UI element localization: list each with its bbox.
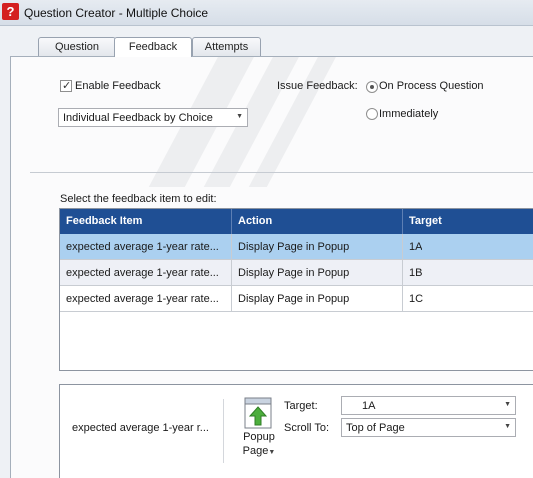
popup-page-icon bbox=[244, 397, 272, 429]
chevron-down-icon: ▼ bbox=[504, 423, 511, 430]
column-divider bbox=[402, 234, 403, 260]
chevron-down-icon: ▼ bbox=[268, 449, 276, 456]
cell-target: 1C bbox=[409, 293, 424, 305]
feedback-grid: Feedback Item Action Target expected ave… bbox=[59, 208, 533, 371]
checkmark-icon: ✓ bbox=[62, 80, 72, 92]
target-label: Target: bbox=[284, 400, 318, 412]
column-header-target[interactable]: Target bbox=[409, 215, 442, 227]
table-row[interactable]: expected average 1-year rate... Display … bbox=[60, 234, 533, 260]
cell-action: Display Page in Popup bbox=[238, 267, 350, 279]
cell-target: 1A bbox=[409, 241, 423, 253]
column-divider bbox=[402, 209, 403, 234]
select-feedback-prompt: Select the feedback item to edit: bbox=[60, 193, 217, 205]
cell-feedback-item: expected average 1-year rate... bbox=[66, 241, 219, 253]
column-divider bbox=[402, 286, 403, 312]
scroll-to-dropdown[interactable]: Top of Page ▼ bbox=[341, 418, 516, 437]
tab-attempts[interactable]: Attempts bbox=[192, 37, 261, 56]
enable-feedback-label: Enable Feedback bbox=[75, 80, 161, 92]
feedback-type-value: Individual Feedback by Choice bbox=[63, 112, 213, 124]
target-value: 1A bbox=[362, 400, 376, 412]
window-title: Question Creator - Multiple Choice bbox=[24, 6, 209, 20]
enable-feedback-checkbox[interactable]: ✓ bbox=[60, 80, 72, 92]
scroll-to-value: Top of Page bbox=[346, 422, 405, 434]
chevron-down-icon: ▼ bbox=[504, 401, 511, 408]
question-mark-icon: ? bbox=[2, 3, 19, 20]
feedback-detail-pane: expected average 1-year r... Popup Page▼… bbox=[59, 384, 533, 478]
immediately-radio[interactable] bbox=[366, 108, 378, 120]
table-row[interactable]: expected average 1-year rate... Display … bbox=[60, 286, 533, 312]
cell-action: Display Page in Popup bbox=[238, 241, 350, 253]
column-divider bbox=[231, 234, 232, 260]
feedback-panel: ✓ Enable Feedback Individual Feedback by… bbox=[10, 56, 533, 478]
tab-question[interactable]: Question bbox=[38, 37, 116, 56]
column-divider bbox=[231, 209, 232, 234]
title-bar: ? Question Creator - Multiple Choice bbox=[0, 0, 533, 26]
cell-action: Display Page in Popup bbox=[238, 293, 350, 305]
selected-item-text: expected average 1-year r... bbox=[72, 422, 209, 434]
scroll-to-label: Scroll To: bbox=[284, 422, 330, 434]
chevron-down-icon: ▼ bbox=[236, 113, 243, 120]
tab-strip: Question Feedback Attempts bbox=[0, 26, 533, 57]
immediately-label: Immediately bbox=[379, 108, 439, 120]
issue-feedback-label: Issue Feedback: bbox=[277, 80, 358, 92]
grid-header: Feedback Item Action Target bbox=[60, 209, 533, 234]
radio-selected-dot bbox=[370, 85, 374, 89]
column-divider bbox=[231, 260, 232, 286]
column-header-feedback-item[interactable]: Feedback Item bbox=[66, 215, 142, 227]
page-label: Page bbox=[242, 445, 269, 457]
divider bbox=[30, 172, 533, 173]
on-process-question-radio[interactable] bbox=[366, 81, 378, 93]
column-divider bbox=[231, 286, 232, 312]
tab-feedback[interactable]: Feedback bbox=[114, 37, 192, 57]
divider bbox=[223, 399, 224, 463]
cell-feedback-item: expected average 1-year rate... bbox=[66, 293, 219, 305]
popup-label: Popup bbox=[243, 431, 275, 443]
feedback-type-dropdown[interactable]: Individual Feedback by Choice ▼ bbox=[58, 108, 248, 127]
popup-page-label-row: Page▼ bbox=[240, 445, 278, 457]
on-process-question-label: On Process Question bbox=[379, 80, 484, 92]
column-divider bbox=[402, 260, 403, 286]
cell-target: 1B bbox=[409, 267, 423, 279]
table-row[interactable]: expected average 1-year rate... Display … bbox=[60, 260, 533, 286]
cell-feedback-item: expected average 1-year rate... bbox=[66, 267, 219, 279]
target-dropdown[interactable]: 1A ▼ bbox=[341, 396, 516, 415]
popup-page-button[interactable]: Popup Page▼ bbox=[238, 395, 280, 461]
column-header-action[interactable]: Action bbox=[238, 215, 272, 227]
